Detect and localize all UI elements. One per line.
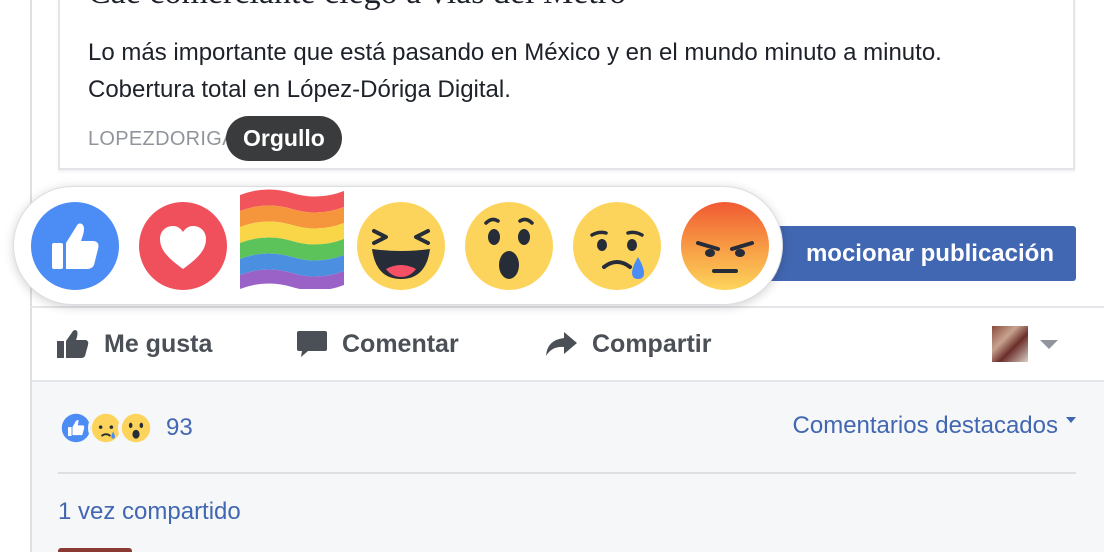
comment-button[interactable]: Comentar — [296, 308, 459, 380]
preview-domain: LOPEZDORIGA — [88, 128, 236, 150]
like-button[interactable]: Me gusta — [56, 308, 212, 380]
angry-reaction-icon[interactable] — [680, 201, 770, 291]
page-avatar — [992, 326, 1028, 362]
share-arrow-icon — [546, 332, 577, 356]
share-button[interactable]: Compartir — [544, 308, 711, 380]
reaction-tooltip: Orgullo — [226, 116, 342, 161]
like-reaction-icon[interactable] — [30, 201, 120, 291]
reaction-count[interactable]: 93 — [166, 414, 193, 442]
promote-post-button[interactable]: mocionar publicación — [760, 226, 1076, 281]
wow-mini-icon — [118, 410, 154, 446]
sad-reaction-icon[interactable] — [572, 201, 662, 291]
post-footer: 93 Comentarios destacados 1 vez comparti… — [32, 380, 1104, 552]
link-preview[interactable]: Cae comerciante ciego a vías del Metro L… — [58, 0, 1075, 170]
comment-sort-label: Comentarios destacados — [792, 412, 1058, 439]
shares-link[interactable]: 1 vez compartido — [58, 498, 241, 526]
reaction-summary[interactable]: 93 — [58, 410, 193, 446]
comment-icon — [297, 331, 327, 357]
commenter-avatar — [58, 548, 132, 552]
like-button-label: Me gusta — [104, 329, 213, 358]
haha-reaction-icon[interactable] — [356, 201, 446, 291]
comment-button-label: Comentar — [342, 329, 459, 358]
comment-sort-dropdown[interactable]: Comentarios destacados — [793, 412, 1076, 440]
divider — [58, 472, 1076, 474]
share-button-label: Compartir — [592, 329, 712, 358]
caret-down-icon — [1066, 417, 1076, 423]
chevron-down-icon — [1040, 339, 1058, 349]
love-reaction-icon[interactable] — [138, 201, 228, 291]
pride-flag-reaction-icon[interactable] — [236, 185, 348, 289]
wow-reaction-icon[interactable] — [464, 201, 554, 291]
preview-description: Lo más importante que está pasando en Mé… — [88, 39, 942, 103]
preview-title[interactable]: Cae comerciante ciego a vías del Metro — [88, 0, 626, 12]
post-as-selector[interactable] — [992, 326, 1058, 362]
post-actions-bar: Me gusta Comentar Compartir — [30, 308, 1104, 380]
thumbs-up-icon — [57, 330, 89, 358]
reaction-picker — [13, 186, 783, 305]
